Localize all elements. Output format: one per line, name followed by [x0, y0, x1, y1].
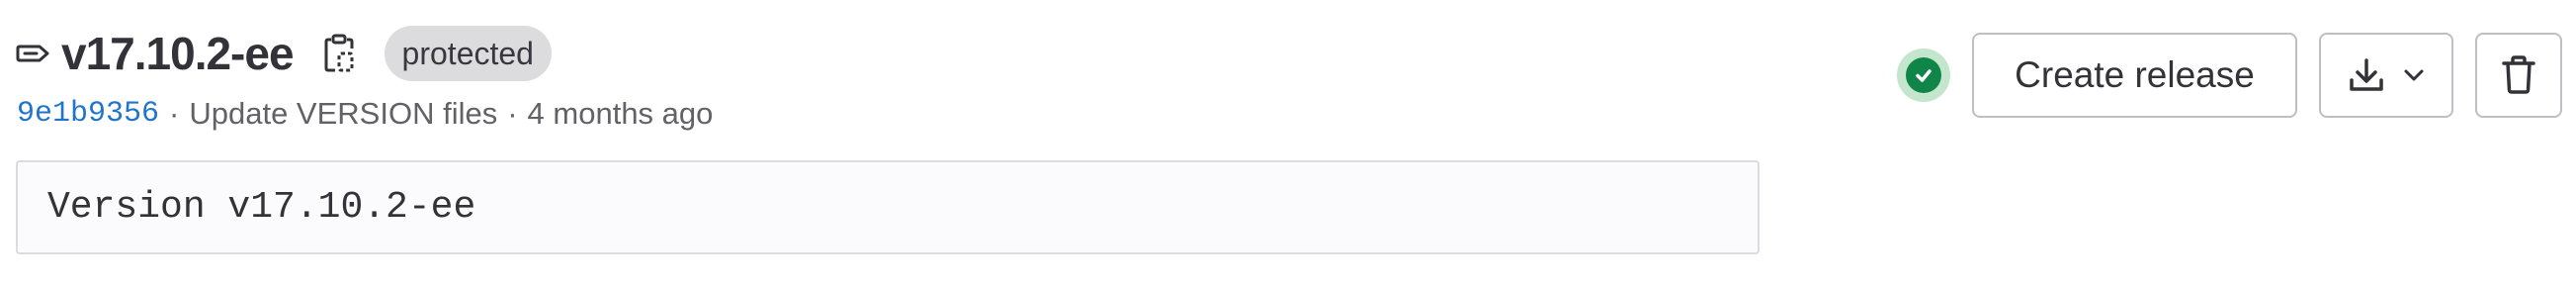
download-icon	[2350, 58, 2383, 91]
commit-age: 4 months ago	[527, 96, 714, 131]
create-release-button[interactable]: Create release	[1972, 33, 2297, 118]
chevron-down-icon	[2404, 69, 2424, 81]
tag-item: v17.10.2-ee protected 9e1b9356 · Update …	[0, 0, 2576, 291]
trash-icon	[2502, 55, 2535, 94]
commit-info: 9e1b9356 · Update VERSION files · 4 mont…	[17, 93, 713, 135]
download-dropdown-button[interactable]	[2319, 33, 2453, 118]
pipeline-status-button[interactable]	[1897, 48, 1950, 102]
delete-tag-button[interactable]	[2475, 33, 2562, 118]
tag-icon	[16, 43, 55, 64]
tag-name[interactable]: v17.10.2-ee	[61, 26, 295, 81]
tag-message: Version v17.10.2-ee	[47, 186, 476, 229]
tag-actions: Create release	[1897, 32, 2562, 119]
commit-sha-link[interactable]: 9e1b9356	[17, 97, 159, 131]
separator: ·	[507, 96, 518, 131]
tag-title-line: v17.10.2-ee protected	[16, 26, 552, 81]
check-circle-icon	[1906, 57, 1941, 93]
separator: ·	[169, 96, 180, 131]
clipboard-icon	[324, 34, 354, 72]
protected-badge: protected	[384, 26, 552, 81]
copy-tag-name-button[interactable]	[317, 32, 361, 75]
create-release-label: Create release	[2015, 54, 2255, 95]
commit-message[interactable]: Update VERSION files	[189, 96, 497, 132]
tag-message-box: Version v17.10.2-ee	[16, 160, 1760, 254]
